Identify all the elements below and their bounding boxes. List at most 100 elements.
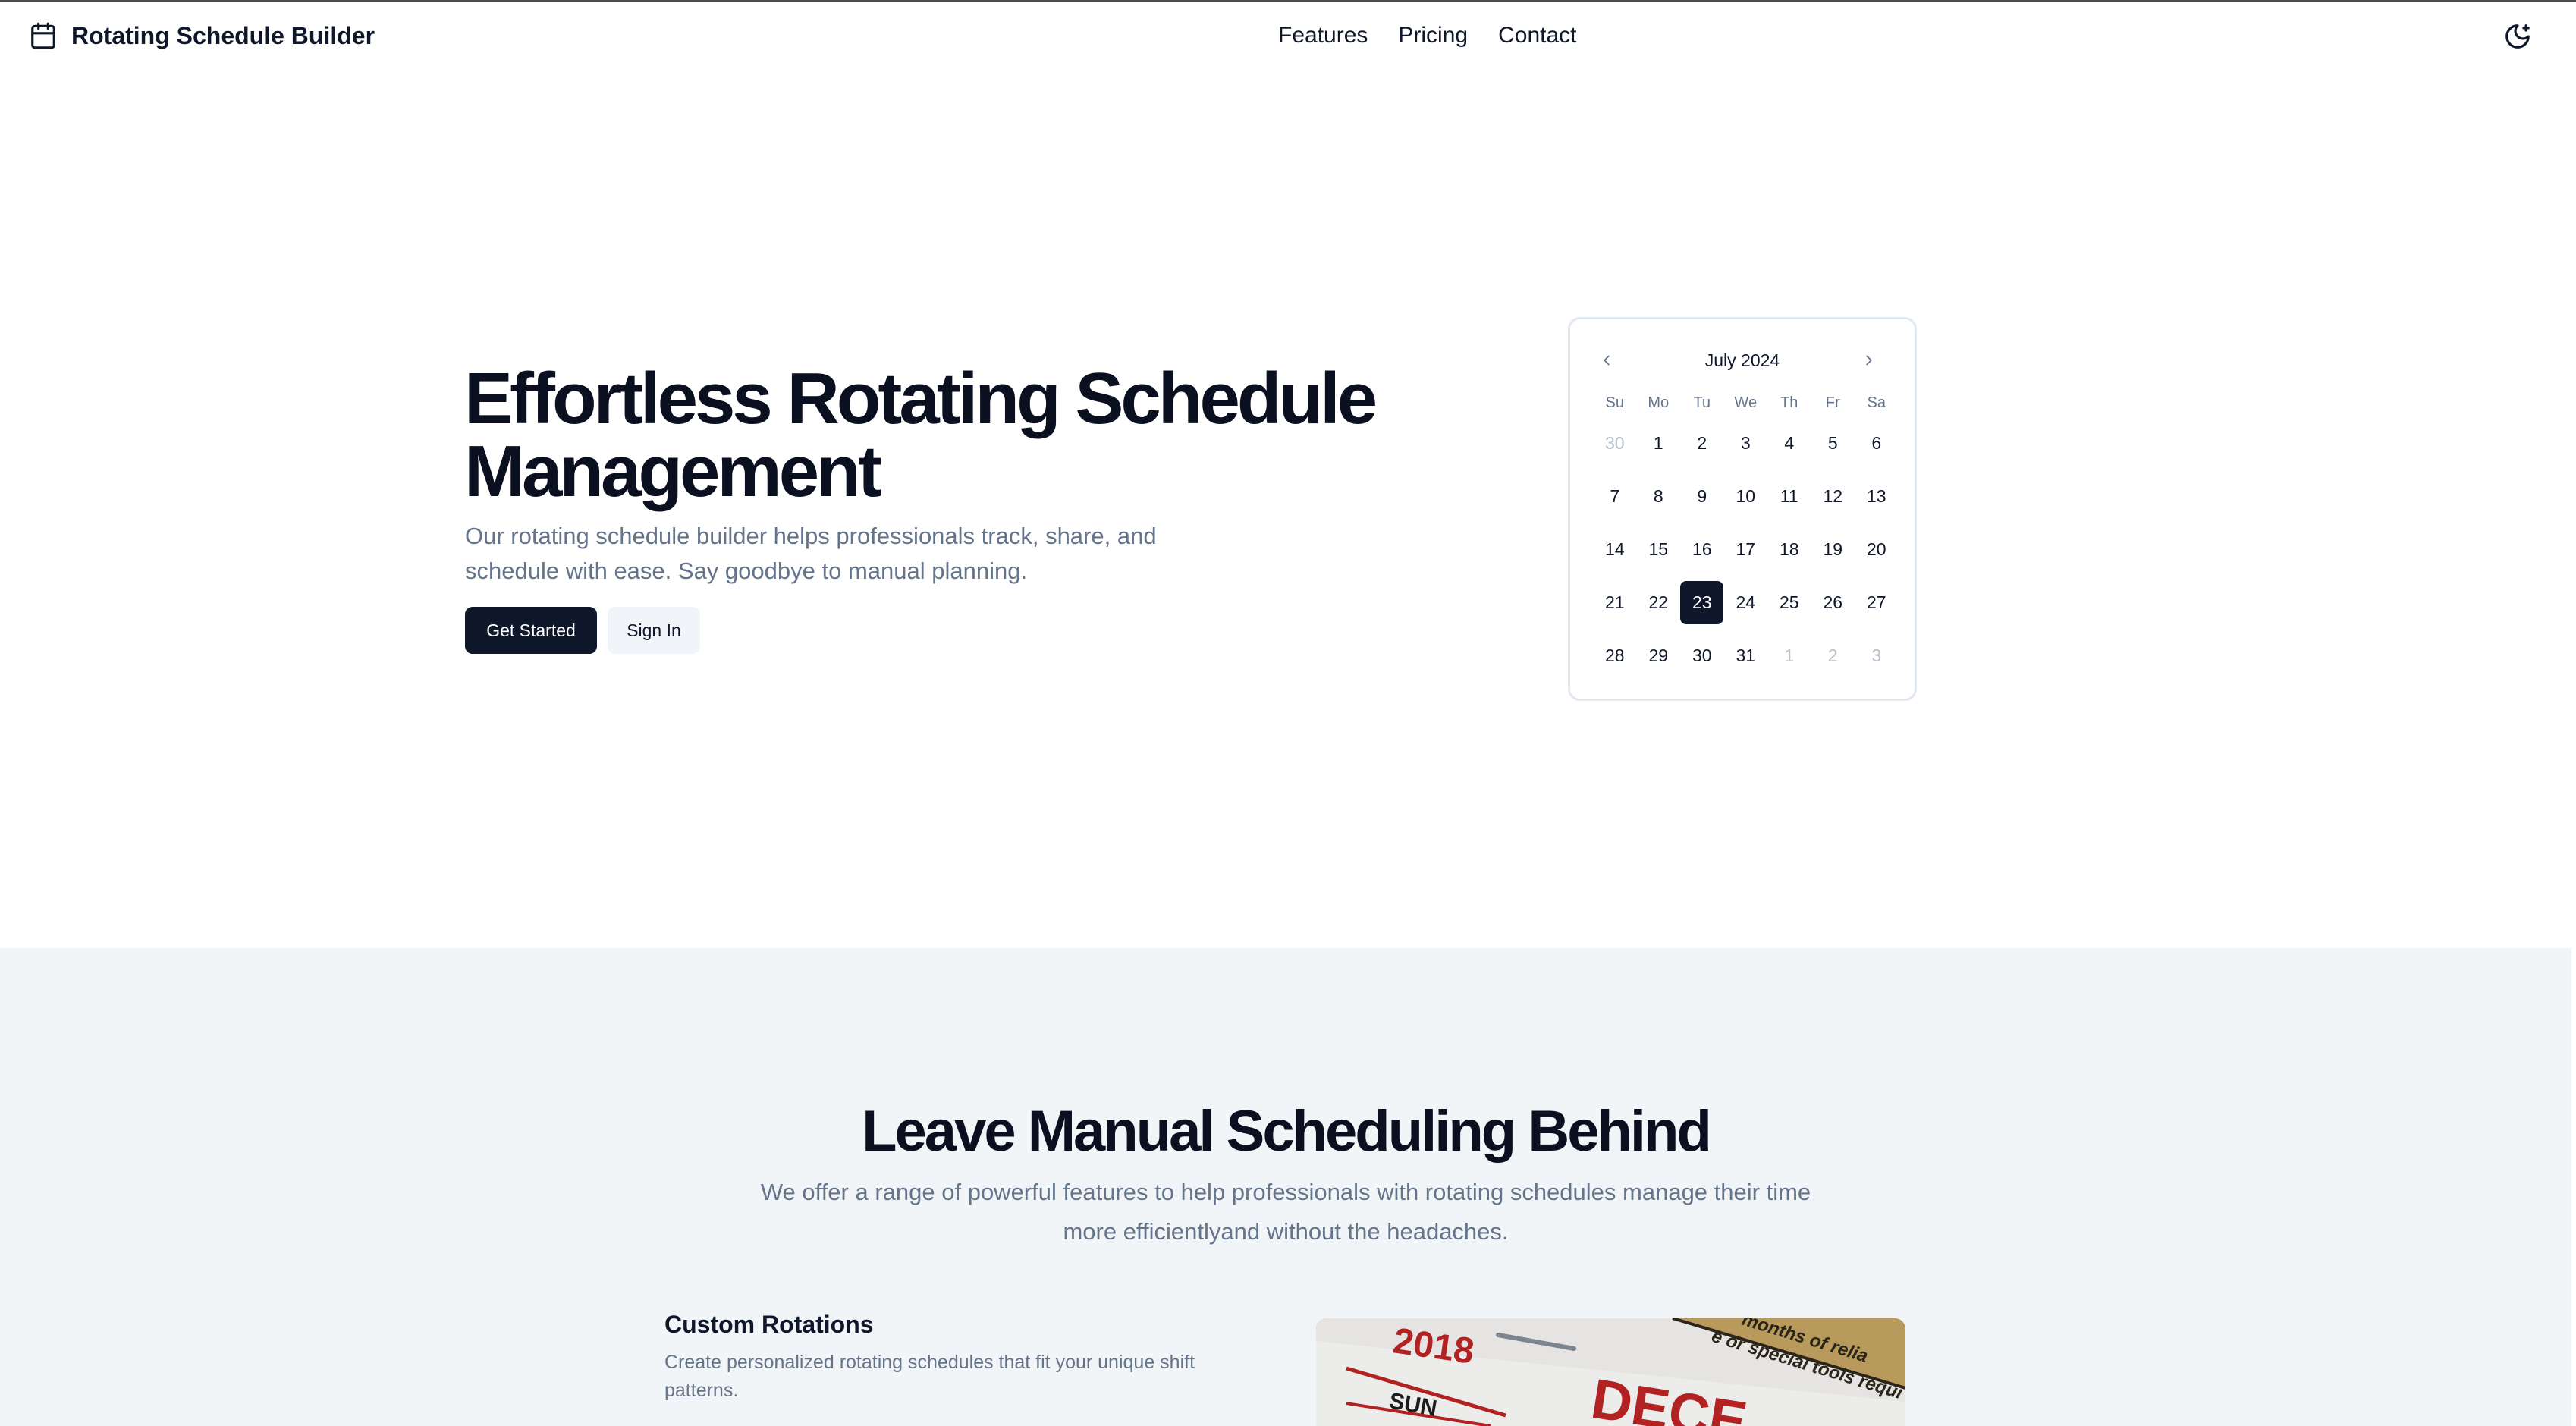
calendar-day[interactable]: 7 (1593, 470, 1637, 523)
calendar-day[interactable]: 28 (1593, 629, 1637, 682)
calendar-day-label: 20 (1866, 539, 1886, 559)
calendar-day[interactable]: 24 (1724, 576, 1768, 629)
brand-link[interactable]: Rotating Schedule Builder (29, 2, 375, 69)
calendar-day-label: 28 (1604, 645, 1625, 665)
calendar-day-label: 1 (1784, 645, 1795, 665)
calendar-day[interactable]: 17 (1724, 523, 1768, 576)
theme-toggle-button[interactable] (2502, 20, 2534, 52)
calendar-day[interactable]: 2 (1680, 416, 1724, 470)
get-started-button[interactable]: Get Started (465, 607, 597, 654)
hero-description: Our rotating schedule builder helps prof… (465, 523, 1157, 584)
calendar-day[interactable]: 21 (1593, 576, 1637, 629)
calendar-day-label: 27 (1866, 592, 1886, 612)
brand-name: Rotating Schedule Builder (71, 21, 375, 49)
calendar-day[interactable]: 3 (1855, 629, 1899, 682)
calendar-day-label: 10 (1736, 485, 1756, 506)
calendar-day-label: 24 (1736, 592, 1756, 612)
calendar-day-label: 2 (1827, 645, 1838, 665)
previous-month-button[interactable] (1591, 345, 1622, 375)
calendar-day-label: 15 (1648, 539, 1669, 559)
chevron-right-icon (1866, 355, 1872, 366)
calendar-day[interactable]: 27 (1855, 576, 1899, 629)
nav-pricing[interactable]: Pricing (1398, 23, 1468, 49)
calendar-day-label: 25 (1779, 592, 1799, 612)
calendar-day[interactable]: 22 (1637, 576, 1681, 629)
sign-in-button[interactable]: Sign In (608, 607, 700, 654)
calendar-day[interactable]: 8 (1637, 470, 1681, 523)
calendar-day-label: 30 (1692, 645, 1712, 665)
calendar-day-label: 19 (1823, 539, 1843, 559)
calendar-day-label: 26 (1823, 592, 1843, 612)
calendar-day-label: 16 (1692, 539, 1712, 559)
calendar-day-label: 30 (1604, 432, 1625, 453)
weekday-header: Sa (1867, 394, 1886, 411)
calendar-day-label: 21 (1604, 592, 1625, 612)
weekday-header: Fr (1825, 394, 1840, 411)
calendar-day[interactable]: 11 (1767, 470, 1811, 523)
calendar-day[interactable]: 31 (1724, 629, 1768, 682)
calendar-day-label: 7 (1610, 485, 1620, 506)
calendar-day[interactable]: 13 (1855, 470, 1899, 523)
chevron-left-icon (1604, 355, 1610, 366)
calendar-day[interactable]: 26 (1811, 576, 1855, 629)
feature-item-description: Create personalized rotating schedules t… (664, 1352, 1195, 1401)
calendar-day[interactable]: 5 (1811, 416, 1855, 470)
calendar-header: July 2024 (1570, 345, 1915, 375)
calendar-day[interactable]: 1 (1767, 629, 1811, 682)
site-header: Rotating Schedule Builder Features Prici… (0, 2, 2571, 69)
nav-features[interactable]: Features (1278, 23, 1368, 49)
calendar-day[interactable]: 16 (1680, 523, 1724, 576)
calendar-day[interactable]: 9 (1680, 470, 1724, 523)
weekday-header: Su (1605, 394, 1624, 411)
calendar-day[interactable]: 4 (1767, 416, 1811, 470)
calendar-day-label: 6 (1871, 432, 1882, 453)
calendar-day[interactable]: 3 (1724, 416, 1768, 470)
calendar-day-label: 31 (1736, 645, 1756, 665)
calendar-day-label: 2 (1697, 432, 1707, 453)
calendar-day-label: 11 (1780, 485, 1798, 506)
weekday-header: We (1734, 394, 1758, 411)
calendar-day-label: 3 (1871, 645, 1882, 665)
calendar-day-label: 4 (1784, 432, 1795, 453)
calendar-day[interactable]: 30 (1593, 416, 1637, 470)
calendar-day[interactable]: 14 (1593, 523, 1637, 576)
features-title: Leave Manual Scheduling Behind (862, 1099, 1712, 1164)
calendar-day[interactable]: 15 (1637, 523, 1681, 576)
calendar-day[interactable]: 6 (1855, 416, 1899, 470)
calendar-day-selected[interactable]: 23 (1680, 576, 1724, 629)
calendar-day[interactable]: 19 (1811, 523, 1855, 576)
feature-item-title: Custom Rotations (664, 1311, 874, 1338)
calendar-day-label: 14 (1604, 539, 1625, 559)
weekday-header: Tu (1693, 394, 1711, 411)
calendar-day-label: 9 (1697, 485, 1707, 506)
calendar-day[interactable]: 25 (1767, 576, 1811, 629)
calendar-day-label: 8 (1653, 485, 1663, 506)
calendar-day-label: 23 (1680, 580, 1724, 624)
next-month-button[interactable] (1854, 345, 1884, 375)
weekday-header: Mo (1648, 394, 1670, 411)
nav-contact[interactable]: Contact (1498, 23, 1576, 49)
calendar-day-label: 17 (1736, 539, 1756, 559)
calendar-widget: July 2024 Su Mo Tu We Th Fr Sa 30 1 2 3 4 5 6 7 8 9 10 11 1… (1568, 317, 1917, 701)
calendar-day-label: 13 (1866, 485, 1886, 506)
hero-title: Effortless Rotating Schedule Management (464, 358, 1378, 512)
calendar-day[interactable]: 20 (1855, 523, 1899, 576)
calendar-day-label: 5 (1827, 432, 1838, 453)
calendar-day[interactable]: 10 (1724, 470, 1768, 523)
features-description: We offer a range of powerful features to… (760, 1179, 1811, 1245)
calendar-day[interactable]: 1 (1637, 416, 1681, 470)
calendar-grid: Su Mo Tu We Th Fr Sa 30 1 2 3 4 5 6 7 8 9 10 11 12 13 14 15 16 1… (1593, 389, 1899, 682)
calendar-day[interactable]: 2 (1811, 629, 1855, 682)
calendar-icon (31, 22, 55, 49)
calendar-day[interactable]: 12 (1811, 470, 1855, 523)
hero-actions: Get Started Sign In (465, 607, 700, 654)
calendar-day[interactable]: 29 (1637, 629, 1681, 682)
calendar-day-label: 18 (1779, 539, 1799, 559)
main-nav: Features Pricing Contact (1278, 2, 1576, 69)
weekday-header: Th (1780, 394, 1798, 411)
calendar-day[interactable]: 18 (1767, 523, 1811, 576)
calendar-day[interactable]: 30 (1680, 629, 1724, 682)
calendar-day-label: 1 (1653, 432, 1663, 453)
calendar-day-label: 3 (1740, 432, 1751, 453)
calendar-day-label: 22 (1648, 592, 1669, 612)
